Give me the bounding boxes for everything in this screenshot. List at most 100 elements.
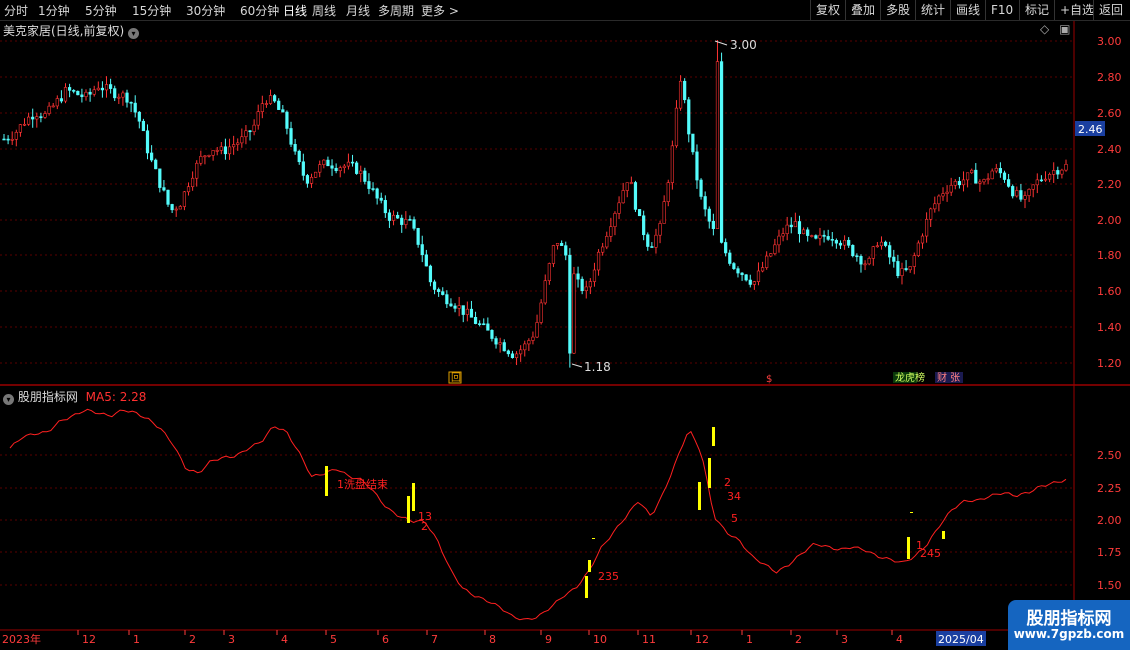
candle-body [104,84,109,91]
high-marker: 3.00 [714,38,757,52]
candle-body [293,144,297,152]
candle-body [896,261,900,277]
candle-body [629,182,633,184]
candle-body [252,124,256,133]
candle-body [465,308,469,315]
time-tick: 1 [133,633,140,646]
candle-body [580,278,584,291]
event-marker-dollar[interactable]: $ [766,374,772,385]
candle-body [970,169,974,174]
candle-body [789,224,793,228]
candle-body [223,146,228,155]
candle-body [555,243,560,246]
candle-body [301,161,305,176]
candle-body [863,263,867,266]
candle-body [519,349,523,355]
candle-body [1002,172,1007,180]
candle-body [736,268,740,274]
candle-body [92,89,96,95]
candle-body [203,155,207,158]
candle-body [1015,190,1019,197]
candle-body [646,234,650,247]
candle-body [678,80,683,109]
time-tick: 4 [281,633,288,646]
candle-body [383,200,387,214]
candle-body [826,236,830,240]
candle-body [851,244,855,257]
candle-body [601,246,605,253]
time-tick: 2 [795,633,802,646]
candle-body [748,279,752,285]
candle-body [642,215,646,236]
event-marker-return[interactable]: 回 [451,372,461,384]
candle-body [330,165,334,169]
candle-body [949,184,953,193]
chevron-down-icon[interactable]: ▾ [128,28,140,39]
event-marker-dragon[interactable]: 龙虎榜 [895,371,925,384]
candle-body [900,268,904,277]
candle-body [109,84,113,89]
candle-body [387,212,392,221]
candle-body [285,111,289,129]
candle-body [268,95,273,104]
candle-body [510,353,515,358]
time-tick: 9 [545,633,552,646]
candle-body [289,128,293,145]
price-tick-220: 2.20 [1097,178,1122,191]
candle-body [256,111,260,126]
candle-body [1006,179,1011,187]
candle-body [937,195,941,205]
candle-body [687,99,691,135]
price-tick-200: 2.00 [1097,214,1122,227]
watermark-url: www.7gpzb.com [1013,627,1125,641]
candle-body [2,138,6,141]
candle-body [117,96,121,99]
candle-body [551,245,556,264]
candle-body [539,302,543,323]
event-marker-finance[interactable]: 财 张 [937,371,960,384]
candle-body [18,124,23,133]
annotation-wash: 1洗盘结束 [337,477,388,491]
ind-tick-200: 2.00 [1097,514,1122,527]
candle-body [1052,170,1056,175]
candle-body [752,281,756,285]
candle-body [1019,190,1023,200]
candle-body [1064,164,1068,171]
time-axis: 2023年 12 1 2 3 4 5 6 7 8 9 10 11 12 1 2 … [2,631,986,646]
candle-body [765,255,769,268]
price-tick-140: 1.40 [1097,321,1122,334]
candle-body [461,305,465,315]
candle-body [986,178,990,181]
candle-body [1056,170,1060,175]
candle-body [683,80,687,101]
diamond-icon[interactable]: ◇ [1040,22,1049,36]
candle-body [355,162,359,174]
chart-canvas[interactable]: 3.00 2.80 2.60 2.40 2.20 2.00 1.80 1.60 … [0,0,1130,650]
candle-body [137,111,141,122]
chevron-down-icon[interactable]: ▾ [3,394,14,405]
candle-body [1027,189,1031,196]
time-tick: 3 [228,633,235,646]
candle-body [43,113,47,118]
candle-body [666,182,670,202]
candle-body [830,239,834,241]
candle-body [1031,184,1035,190]
candle-body [527,340,531,345]
candle-body [420,244,424,256]
restore-icon[interactable]: ▣ [1059,22,1070,36]
candle-body [72,90,76,92]
svg-text:2: 2 [421,520,428,533]
candle-body [732,263,736,269]
candle-body [154,159,158,170]
candle-body [769,253,773,257]
current-price-tag: 2.46 [1075,121,1105,136]
candle-body [63,87,68,102]
candle-body [314,171,318,178]
time-axis-ticks [77,630,893,635]
signal-bar [942,531,945,539]
candle-body [633,182,638,210]
candle-body [744,274,748,281]
candle-body [39,116,43,118]
signal-bar [698,482,701,510]
candle-body [576,273,580,280]
